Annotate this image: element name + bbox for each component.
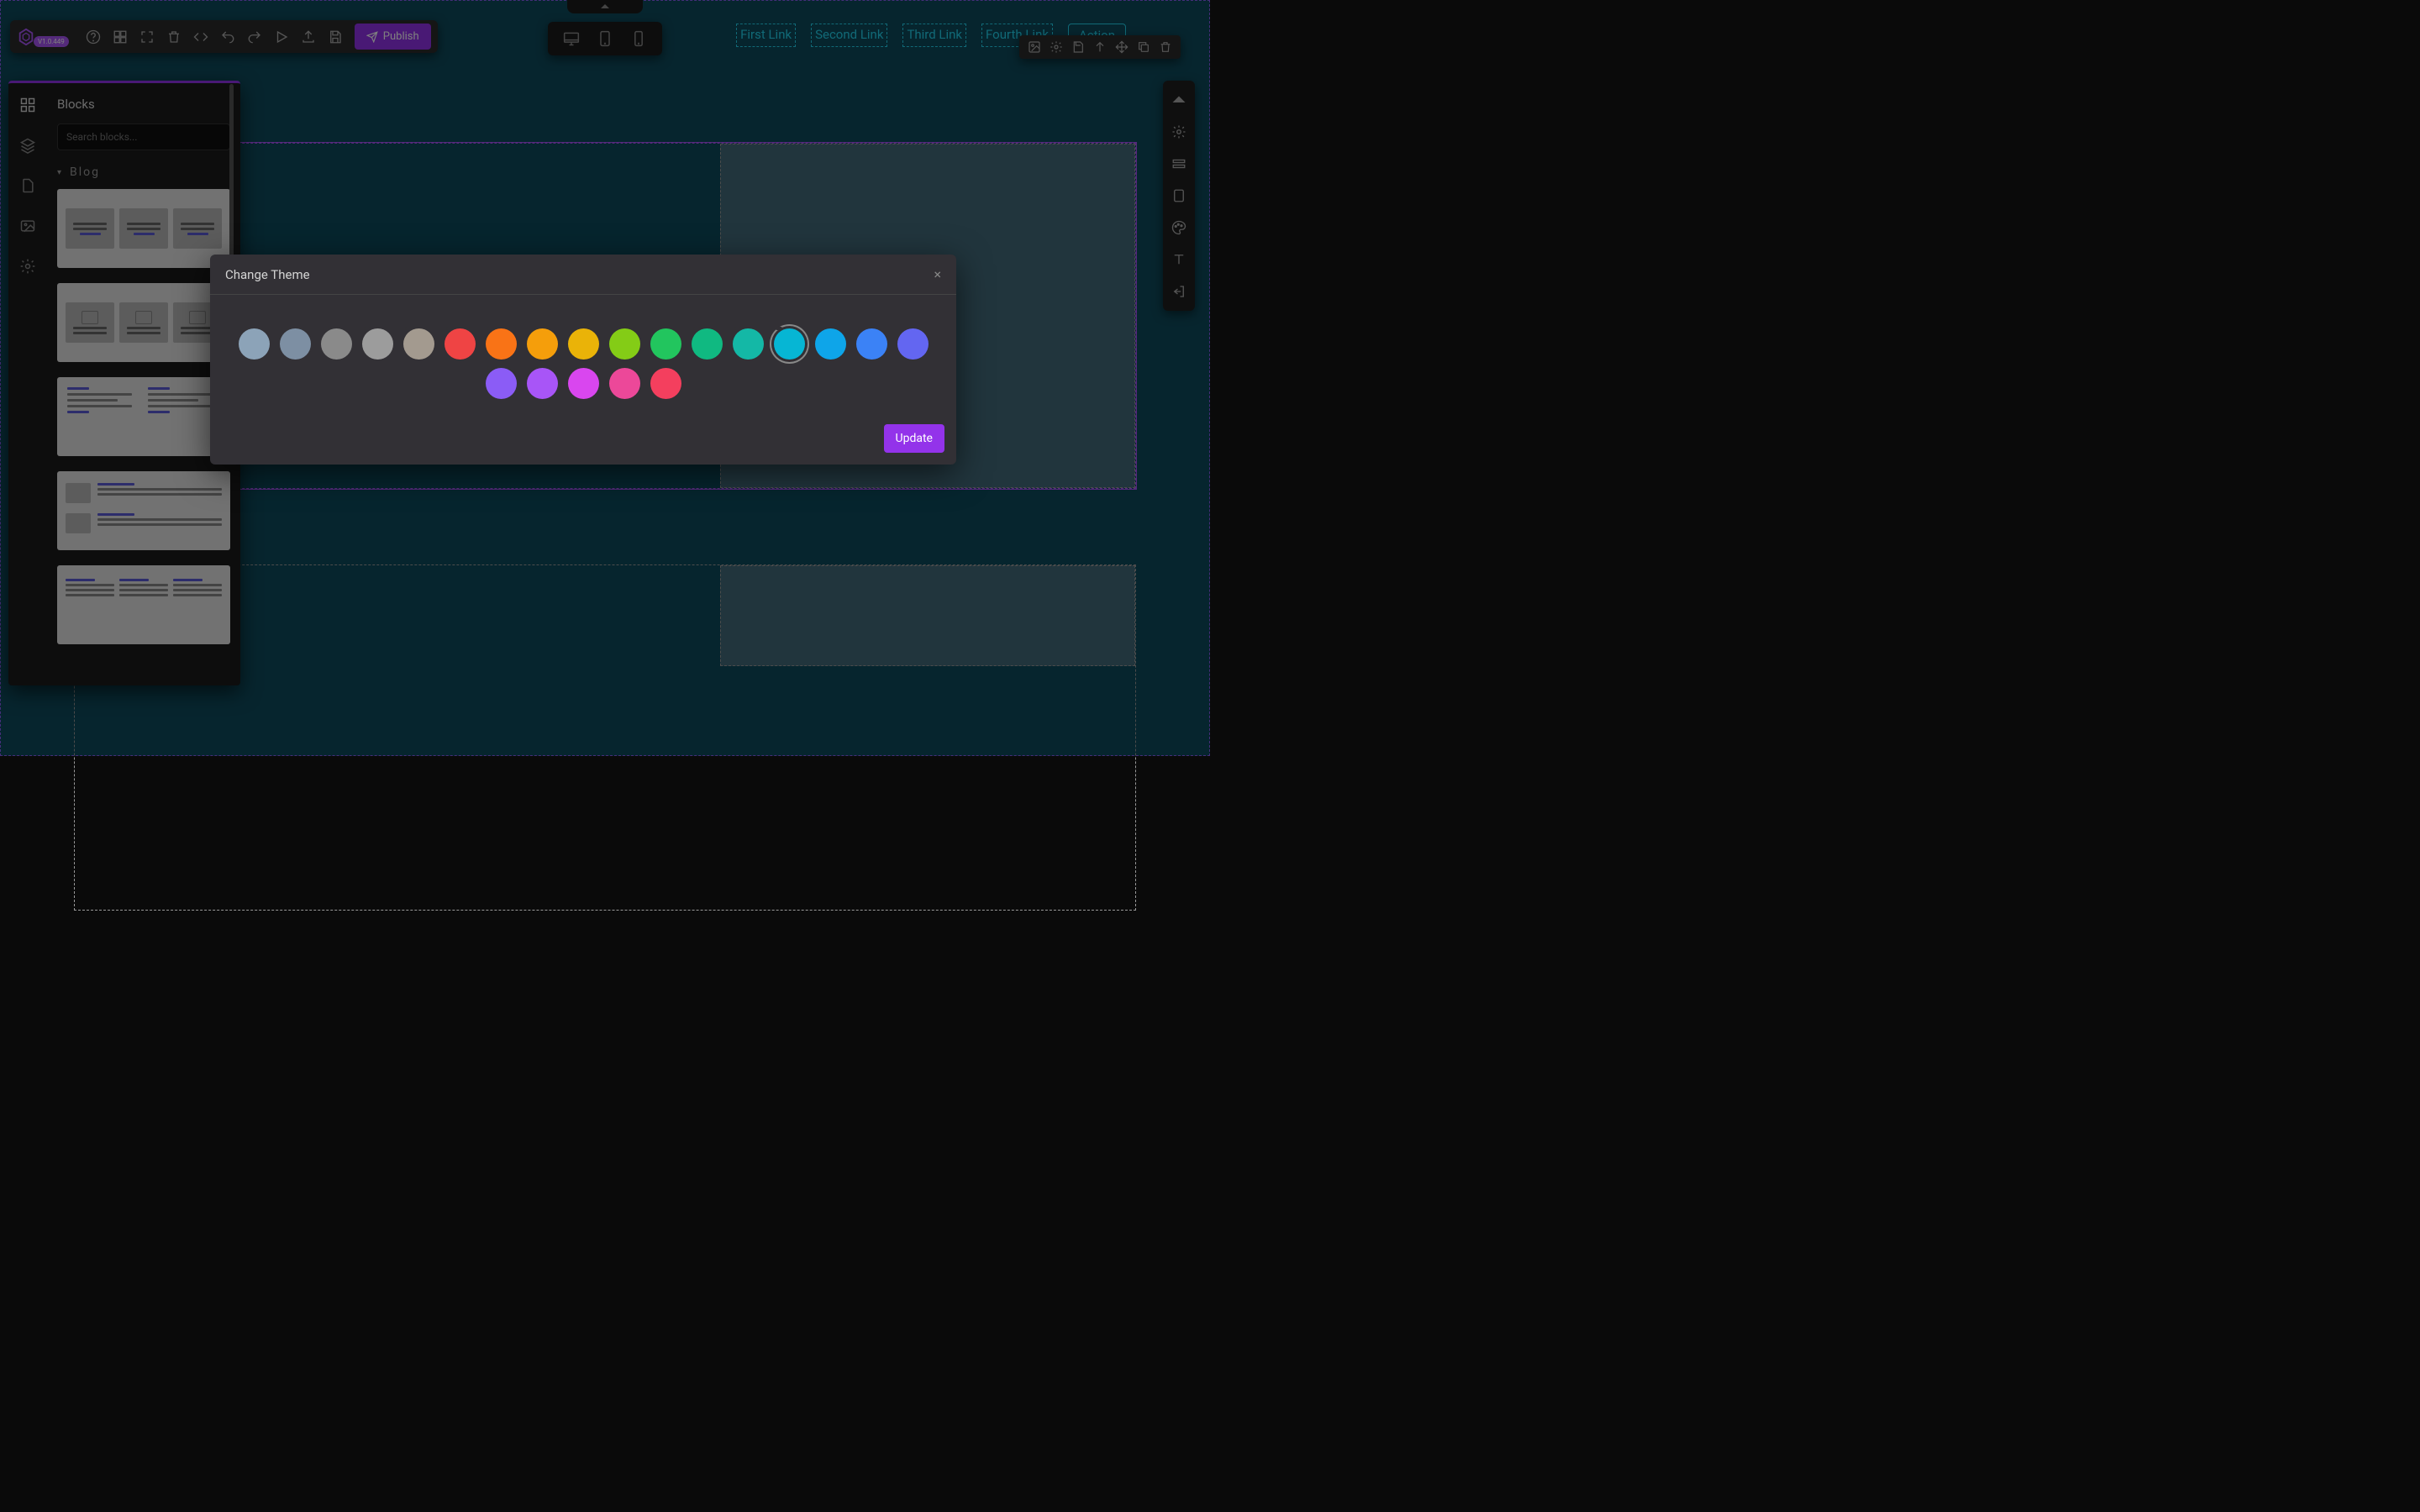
- theme-swatch[interactable]: [527, 368, 558, 399]
- theme-swatch[interactable]: [280, 328, 311, 360]
- theme-swatch[interactable]: [445, 328, 476, 360]
- theme-swatch[interactable]: [568, 368, 599, 399]
- theme-swatch[interactable]: [486, 328, 517, 360]
- modal-title: Change Theme: [225, 267, 310, 282]
- theme-swatch[interactable]: [774, 328, 805, 360]
- theme-swatch[interactable]: [650, 328, 681, 360]
- theme-swatch[interactable]: [568, 328, 599, 360]
- change-theme-modal: Change Theme × Update: [210, 255, 956, 465]
- theme-swatch[interactable]: [609, 328, 640, 360]
- modal-close-button[interactable]: ×: [934, 266, 941, 282]
- theme-swatch-grid: [210, 295, 956, 424]
- theme-swatch[interactable]: [897, 328, 929, 360]
- modal-footer: Update: [210, 424, 956, 465]
- update-button[interactable]: Update: [884, 424, 944, 453]
- theme-swatch[interactable]: [692, 328, 723, 360]
- theme-swatch[interactable]: [362, 328, 393, 360]
- theme-swatch[interactable]: [650, 368, 681, 399]
- theme-swatch[interactable]: [403, 328, 434, 360]
- theme-swatch[interactable]: [856, 328, 887, 360]
- theme-swatch[interactable]: [527, 328, 558, 360]
- theme-swatch[interactable]: [321, 328, 352, 360]
- theme-swatch[interactable]: [609, 368, 640, 399]
- theme-swatch[interactable]: [733, 328, 764, 360]
- theme-swatch[interactable]: [486, 368, 517, 399]
- theme-swatch[interactable]: [815, 328, 846, 360]
- modal-header: Change Theme ×: [210, 255, 956, 295]
- theme-swatch[interactable]: [239, 328, 270, 360]
